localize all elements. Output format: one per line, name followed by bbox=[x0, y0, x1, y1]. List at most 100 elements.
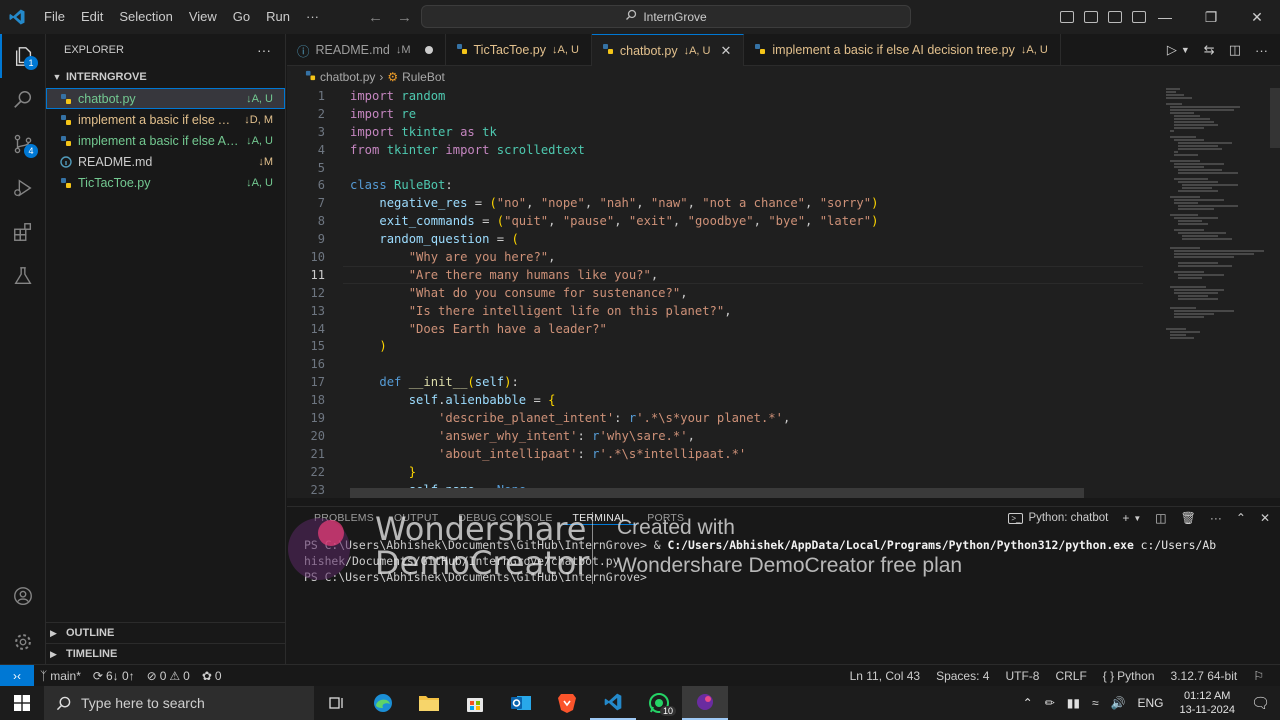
menu-more[interactable]: ··· bbox=[298, 0, 327, 34]
file-item-decision-tree[interactable]: implement a basic if else AI ... ↓A, U bbox=[46, 130, 285, 151]
unsaved-dot-icon[interactable] bbox=[424, 46, 433, 54]
vertical-scrollbar[interactable] bbox=[1270, 88, 1280, 148]
wifi-icon[interactable]: ≈ bbox=[1086, 696, 1105, 710]
maximize-panel-icon[interactable]: ⌃ bbox=[1236, 511, 1246, 525]
panel-tab-debug-console[interactable]: DEBUG CONSOLE bbox=[448, 512, 562, 524]
search-activity[interactable] bbox=[0, 78, 46, 122]
code-editor[interactable]: 1 2 3 4 5 6 7 8 9 10 11 12 13 14 15 16 1… bbox=[287, 88, 1280, 498]
breadcrumb-symbol[interactable]: RuleBot bbox=[402, 70, 445, 84]
file-item-tictactoe[interactable]: TicTacToe.py ↓A, U bbox=[46, 172, 285, 193]
menu-file[interactable]: File bbox=[36, 0, 73, 34]
microsoft-store-icon[interactable] bbox=[452, 686, 498, 720]
forward-arrow-icon[interactable]: → bbox=[397, 9, 412, 26]
chevron-down-icon: ▼ bbox=[52, 72, 62, 82]
file-explorer-icon[interactable] bbox=[406, 686, 452, 720]
close-panel-icon[interactable]: ✕ bbox=[1260, 511, 1270, 525]
testing-activity[interactable] bbox=[0, 254, 46, 298]
menu-view[interactable]: View bbox=[181, 0, 225, 34]
new-terminal-icon[interactable]: + bbox=[1122, 511, 1129, 525]
system-clock[interactable]: 01:12 AM 13-11-2024 bbox=[1170, 689, 1245, 717]
encoding[interactable]: UTF-8 bbox=[997, 669, 1047, 683]
toggle-primary-sidebar-icon[interactable] bbox=[1060, 11, 1074, 23]
menu-go[interactable]: Go bbox=[225, 0, 258, 34]
notification-center-icon[interactable]: 🗨 bbox=[1245, 694, 1280, 712]
account-icon bbox=[14, 587, 32, 605]
timeline-section[interactable]: ▶ TIMELINE bbox=[46, 643, 286, 664]
toggle-panel-icon[interactable] bbox=[1084, 11, 1098, 23]
explorer-more-button[interactable]: ··· bbox=[257, 42, 271, 58]
outlook-icon[interactable] bbox=[498, 686, 544, 720]
indentation[interactable]: Spaces: 4 bbox=[928, 669, 997, 683]
chevron-down-icon[interactable]: ▼ bbox=[1181, 45, 1190, 55]
menu-run[interactable]: Run bbox=[258, 0, 298, 34]
compare-changes-icon[interactable]: ⇆ bbox=[1204, 42, 1215, 58]
tray-overflow-chevron-icon[interactable]: ⌃ bbox=[1017, 696, 1039, 710]
ports-status[interactable]: ✿ 0 bbox=[196, 669, 228, 683]
language-mode[interactable]: { } Python bbox=[1095, 669, 1163, 683]
file-item-readme[interactable]: README.md ↓M bbox=[46, 151, 285, 172]
pen-icon[interactable]: ✏ bbox=[1039, 696, 1061, 710]
whatsapp-icon[interactable]: 10 bbox=[636, 686, 682, 720]
panel-tab-problems[interactable]: PROBLEMS bbox=[304, 512, 384, 524]
split-editor-icon[interactable]: ◫ bbox=[1229, 42, 1241, 58]
source-control-activity[interactable]: 4 bbox=[0, 122, 46, 166]
battery-icon[interactable]: ▮▮ bbox=[1061, 696, 1086, 710]
menu-edit[interactable]: Edit bbox=[73, 0, 111, 34]
toggle-secondary-sidebar-icon[interactable] bbox=[1108, 11, 1122, 23]
back-arrow-icon[interactable]: ← bbox=[368, 9, 383, 26]
outline-section[interactable]: ▶ OUTLINE bbox=[46, 622, 286, 643]
windows-start-icon[interactable] bbox=[0, 686, 44, 720]
run-debug-activity[interactable] bbox=[0, 166, 46, 210]
taskbar-search[interactable]: Type here to search bbox=[44, 686, 314, 720]
file-item-decision-tree-old[interactable]: implement a basic if else AI ... ↓D, M bbox=[46, 109, 285, 130]
notifications-bell-icon[interactable]: ⚐ bbox=[1245, 669, 1272, 683]
menu-selection[interactable]: Selection bbox=[111, 0, 180, 34]
manage-activity[interactable] bbox=[0, 620, 46, 664]
code-content[interactable]: import random import re import tkinter a… bbox=[350, 88, 1150, 498]
volume-icon[interactable]: 🔊 bbox=[1105, 696, 1132, 710]
more-actions-icon[interactable]: ··· bbox=[1255, 43, 1268, 58]
terminal-prompt: PS C:\Users\Abhishek\Documents\GitHub\In… bbox=[304, 570, 647, 584]
accounts-activity[interactable] bbox=[0, 574, 46, 618]
input-language[interactable]: ENG bbox=[1131, 696, 1169, 710]
problems-status[interactable]: ⊘ 0 ⚠ 0 bbox=[141, 669, 196, 683]
remote-indicator-icon[interactable]: ›‹ bbox=[0, 664, 34, 687]
breadcrumb-file[interactable]: chatbot.py bbox=[320, 70, 375, 84]
restore-icon[interactable]: ❐ bbox=[1188, 0, 1234, 34]
close-window-icon[interactable]: ✕ bbox=[1234, 0, 1280, 34]
trash-icon[interactable]: 🗑 bbox=[1181, 511, 1196, 525]
line-ending[interactable]: CRLF bbox=[1047, 669, 1094, 683]
brave-browser-icon[interactable] bbox=[544, 686, 590, 720]
tab-decision-tree[interactable]: implement a basic if else AI decision tr… bbox=[744, 34, 1061, 66]
panel-tab-terminal[interactable]: TERMINAL bbox=[562, 512, 638, 525]
panel-tab-ports[interactable]: PORTS bbox=[637, 512, 694, 524]
task-view-icon[interactable] bbox=[314, 686, 360, 720]
run-file-icon[interactable]: ▷ bbox=[1167, 42, 1177, 58]
error-count: 0 bbox=[159, 668, 167, 683]
edge-browser-icon[interactable] bbox=[360, 686, 406, 720]
tab-chatbot[interactable]: chatbot.py ↓A, U ✕ bbox=[591, 34, 745, 66]
explorer-activity[interactable]: 1 bbox=[0, 34, 46, 78]
extensions-activity[interactable] bbox=[0, 210, 46, 254]
command-center-search[interactable]: InternGrove bbox=[421, 5, 911, 28]
panel-tab-output[interactable]: OUTPUT bbox=[384, 512, 448, 524]
git-sync[interactable]: ⟳ 6↓ 0↑ bbox=[87, 669, 141, 683]
close-tab-icon[interactable]: ✕ bbox=[721, 43, 732, 59]
democreator-taskbar-icon[interactable] bbox=[682, 686, 728, 720]
terminal-output[interactable]: PS C:\Users\Abhishek\Documents\GitHub\In… bbox=[287, 529, 1280, 585]
minimap[interactable] bbox=[1162, 88, 1272, 358]
chevron-down-icon[interactable]: ▼ bbox=[1133, 514, 1141, 523]
python-interpreter[interactable]: 3.12.7 64-bit bbox=[1163, 669, 1246, 683]
cursor-position[interactable]: Ln 11, Col 43 bbox=[842, 669, 929, 683]
split-terminal-icon[interactable]: ◫ bbox=[1155, 511, 1166, 525]
tab-tictactoe[interactable]: TicTacToe.py ↓A, U bbox=[446, 34, 592, 66]
git-branch[interactable]: ᛉ main* bbox=[34, 669, 87, 683]
horizontal-scrollbar[interactable] bbox=[350, 488, 1084, 498]
minimize-icon[interactable]: — bbox=[1142, 0, 1188, 34]
terminal-selector[interactable]: >_ Python: chatbot bbox=[1008, 512, 1108, 524]
file-item-chatbot[interactable]: chatbot.py ↓A, U bbox=[46, 88, 285, 109]
folder-header[interactable]: ▼ INTERNGROVE bbox=[46, 66, 285, 88]
tab-readme[interactable]: ⓘ README.md ↓M bbox=[287, 34, 446, 66]
more-actions-icon[interactable]: ··· bbox=[1210, 511, 1222, 525]
vscode-taskbar-icon[interactable] bbox=[590, 686, 636, 720]
